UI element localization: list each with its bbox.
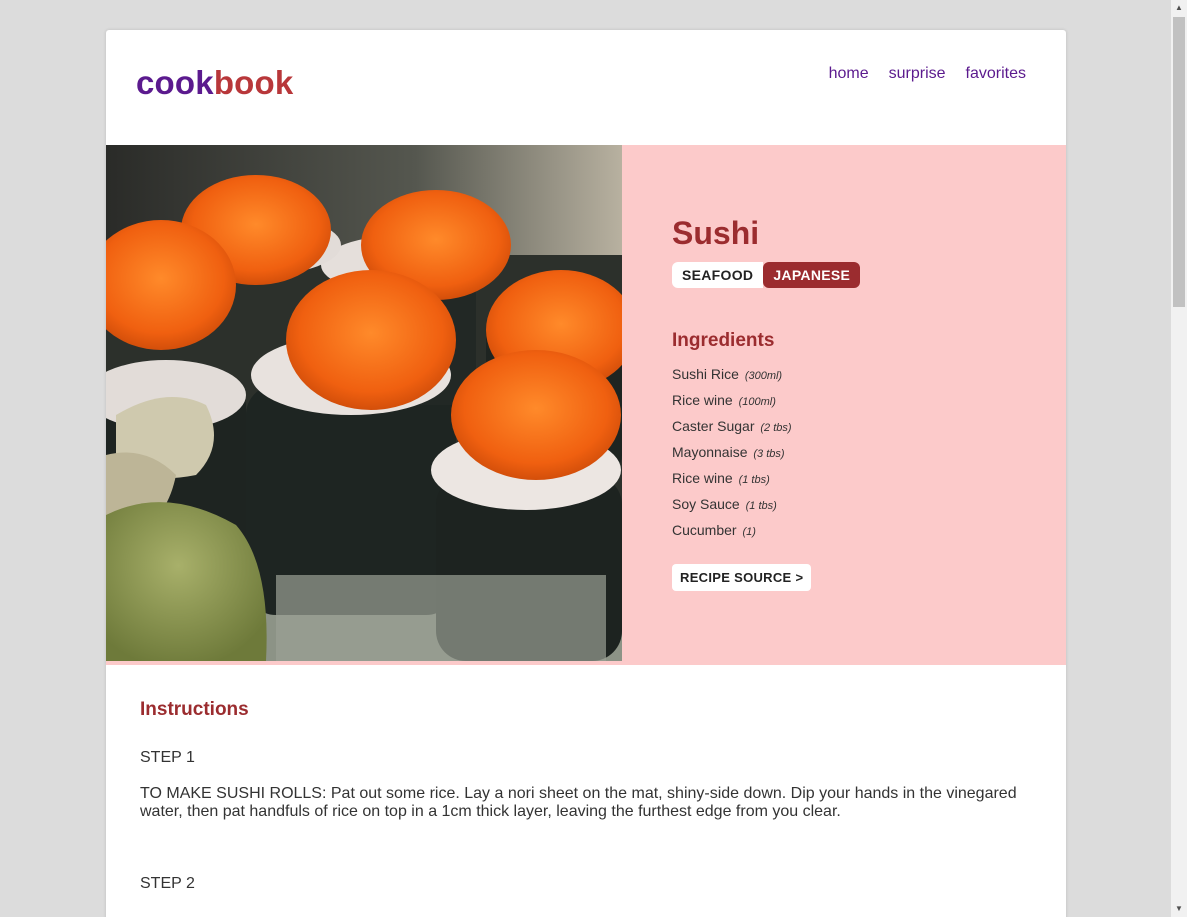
- step-item: STEP 2: [140, 875, 1032, 893]
- ingredient-qty: (300ml): [744, 370, 783, 382]
- ingredient-qty: (100ml): [738, 396, 776, 408]
- logo-part-cook: cook: [136, 64, 214, 101]
- page-scrollbar[interactable]: ▲ ▼: [1171, 0, 1187, 917]
- nav-surprise-link[interactable]: surprise: [889, 65, 946, 83]
- site-header: cookbook home surprise favorites: [106, 30, 1066, 145]
- ingredient-item: Rice wine (100ml): [672, 392, 1066, 418]
- ingredient-name: Sushi Rice: [672, 366, 739, 382]
- ingredient-name: Rice wine: [672, 470, 733, 486]
- ingredient-name: Rice wine: [672, 392, 733, 408]
- ingredient-name: Caster Sugar: [672, 418, 755, 434]
- ingredients-heading: Ingredients: [672, 330, 775, 351]
- ingredient-item: Sushi Rice (300ml): [672, 366, 1066, 392]
- tag-seafood[interactable]: SEAFOOD: [672, 262, 764, 288]
- ingredient-qty: (2 tbs): [760, 422, 792, 434]
- ingredient-item: Caster Sugar (2 tbs): [672, 418, 1066, 444]
- logo-part-book: book: [213, 64, 294, 101]
- recipe-info: Sushi SEAFOOD JAPANESE Ingredients Sushi…: [622, 145, 1066, 665]
- ingredients-list: Sushi Rice (300ml) Rice wine (100ml) Cas…: [672, 366, 1066, 548]
- scroll-down-arrow-icon[interactable]: ▼: [1171, 901, 1187, 917]
- ingredient-name: Soy Sauce: [672, 496, 740, 512]
- site-logo[interactable]: cookbook: [136, 64, 293, 102]
- recipe-source-button[interactable]: RECIPE SOURCE >: [672, 564, 812, 591]
- ingredient-qty: (1 tbs): [738, 474, 770, 486]
- ingredient-qty: (3 tbs): [753, 448, 785, 460]
- scrollbar-thumb[interactable]: [1173, 17, 1185, 307]
- sushi-photo-image: [106, 145, 622, 661]
- step-label: STEP 1: [140, 749, 195, 766]
- ingredient-item: Rice wine (1 tbs): [672, 470, 1066, 496]
- step-item: STEP 1 TO MAKE SUSHI ROLLS: Pat out some…: [140, 749, 1032, 821]
- scroll-up-arrow-icon[interactable]: ▲: [1171, 0, 1187, 16]
- ingredient-item: Mayonnaise (3 tbs): [672, 444, 1066, 470]
- recipe-photo: [106, 145, 622, 661]
- recipe-title: Sushi: [672, 215, 760, 251]
- ingredient-name: Mayonnaise: [672, 444, 748, 460]
- main-nav: home surprise favorites: [829, 65, 1026, 83]
- instructions-section: Instructions STEP 1 TO MAKE SUSHI ROLLS:…: [106, 665, 1066, 917]
- ingredient-qty: (1): [742, 526, 756, 538]
- ingredient-qty: (1 tbs): [745, 500, 777, 512]
- nav-favorites-link[interactable]: favorites: [966, 65, 1026, 83]
- step-text: TO MAKE SUSHI ROLLS: Pat out some rice. …: [140, 785, 1017, 820]
- ingredient-item: Soy Sauce (1 tbs): [672, 496, 1066, 522]
- tag-japanese[interactable]: JAPANESE: [763, 262, 861, 288]
- ingredient-item: Cucumber (1): [672, 522, 1066, 548]
- step-label: STEP 2: [140, 875, 195, 892]
- ingredient-name: Cucumber: [672, 522, 737, 538]
- recipe-card: cookbook home surprise favorites Sushi S…: [106, 30, 1066, 917]
- recipe-hero: Sushi SEAFOOD JAPANESE Ingredients Sushi…: [106, 145, 1066, 665]
- nav-home-link[interactable]: home: [829, 65, 869, 83]
- recipe-tags: SEAFOOD JAPANESE: [672, 262, 1066, 288]
- instructions-heading: Instructions: [140, 699, 249, 720]
